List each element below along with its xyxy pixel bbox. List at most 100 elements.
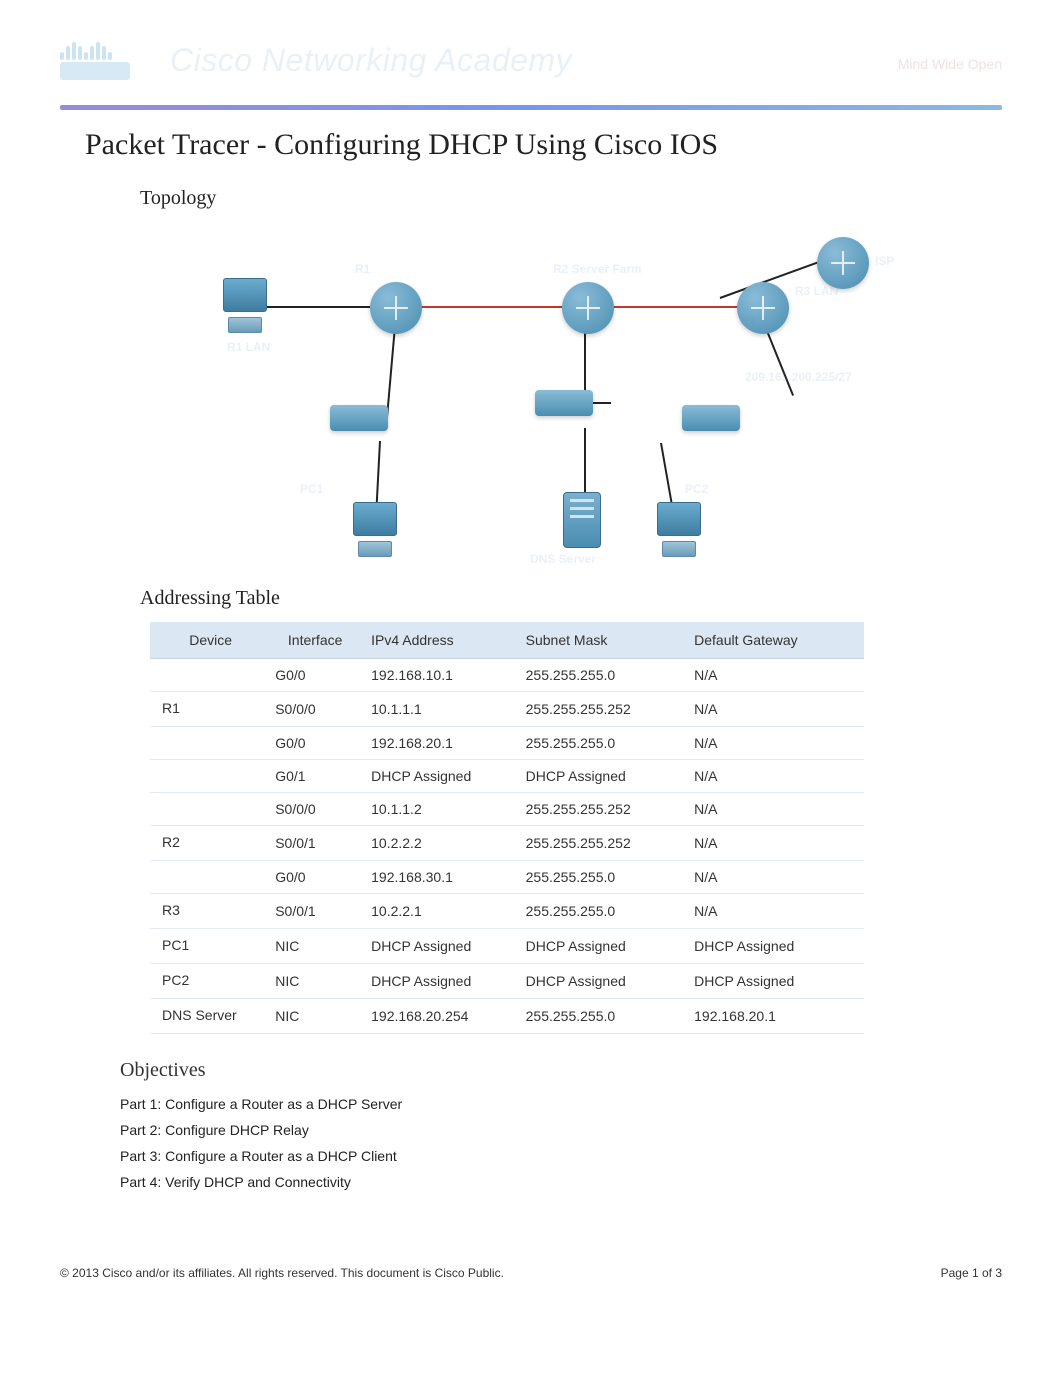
table-row: PC2NICDHCP AssignedDHCP AssignedDHCP Ass… bbox=[150, 964, 864, 999]
table-cell: 192.168.30.1 bbox=[363, 861, 518, 894]
label-r3lan: R3 LAN bbox=[795, 284, 838, 298]
table-cell bbox=[150, 760, 267, 793]
label-isp: ISP bbox=[875, 254, 894, 268]
switch-2-icon bbox=[535, 390, 593, 416]
table-cell: S0/0/1 bbox=[267, 826, 363, 861]
list-item: Part 4: Verify DHCP and Connectivity bbox=[120, 1170, 977, 1196]
table-cell bbox=[150, 861, 267, 894]
col-ip: IPv4 Address bbox=[363, 622, 518, 659]
switch-1-icon bbox=[330, 405, 388, 431]
col-interface: Interface bbox=[267, 622, 363, 659]
router-r2-icon bbox=[562, 282, 614, 334]
pc-r1lan-icon bbox=[223, 278, 267, 336]
table-cell: S0/0/1 bbox=[267, 894, 363, 929]
topology-diagram: R1 LAN R1 R2 Server Farm R3 R3 LAN ISP 2… bbox=[185, 222, 925, 567]
table-cell: G0/0 bbox=[267, 727, 363, 760]
table-cell: 192.168.20.254 bbox=[363, 999, 518, 1034]
table-cell: 192.168.10.1 bbox=[363, 659, 518, 692]
table-cell: 255.255.255.0 bbox=[518, 999, 689, 1034]
header-brand: Cisco Networking Academy bbox=[170, 42, 572, 79]
col-mask: Subnet Mask bbox=[518, 622, 689, 659]
table-cell: 10.1.1.1 bbox=[363, 692, 518, 727]
table-row: DNS ServerNIC192.168.20.254255.255.255.0… bbox=[150, 999, 864, 1034]
router-r1-icon bbox=[370, 282, 422, 334]
table-row: G0/0192.168.20.1255.255.255.0N/A bbox=[150, 727, 864, 760]
table-cell: DHCP Assigned bbox=[688, 929, 864, 964]
page-title: Packet Tracer - Configuring DHCP Using C… bbox=[85, 128, 977, 162]
table-cell: NIC bbox=[267, 964, 363, 999]
table-cell: R1 bbox=[150, 692, 267, 727]
list-item: Part 3: Configure a Router as a DHCP Cli… bbox=[120, 1144, 977, 1170]
table-cell bbox=[150, 793, 267, 826]
dns-server-icon bbox=[563, 492, 601, 548]
table-cell: N/A bbox=[688, 826, 864, 861]
table-cell: G0/1 bbox=[267, 760, 363, 793]
header-tagline: Mind Wide Open bbox=[898, 56, 1002, 72]
table-row: S0/0/010.1.1.2255.255.255.252N/A bbox=[150, 793, 864, 826]
table-cell: R2 bbox=[150, 826, 267, 861]
table-cell: N/A bbox=[688, 793, 864, 826]
table-cell: DHCP Assigned bbox=[363, 760, 518, 793]
label-pc1: PC1 bbox=[300, 482, 323, 496]
list-item: Part 1: Configure a Router as a DHCP Ser… bbox=[120, 1092, 977, 1118]
topology-heading: Topology bbox=[140, 187, 977, 210]
table-cell: DHCP Assigned bbox=[518, 929, 689, 964]
table-cell: 255.255.255.0 bbox=[518, 894, 689, 929]
table-cell bbox=[150, 727, 267, 760]
table-cell: PC2 bbox=[150, 964, 267, 999]
table-cell: N/A bbox=[688, 659, 864, 692]
table-cell: DHCP Assigned bbox=[518, 760, 689, 793]
table-cell: 255.255.255.252 bbox=[518, 793, 689, 826]
header-divider bbox=[60, 105, 1002, 110]
table-cell: 255.255.255.252 bbox=[518, 692, 689, 727]
table-cell: N/A bbox=[688, 692, 864, 727]
table-cell: 255.255.255.0 bbox=[518, 727, 689, 760]
table-row: R1S0/0/010.1.1.1255.255.255.252N/A bbox=[150, 692, 864, 727]
addressing-heading: Addressing Table bbox=[140, 587, 977, 610]
router-isp-icon bbox=[817, 237, 869, 289]
table-cell: PC1 bbox=[150, 929, 267, 964]
table-header-row: Device Interface IPv4 Address Subnet Mas… bbox=[150, 622, 864, 659]
table-cell: 10.2.2.2 bbox=[363, 826, 518, 861]
table-cell: 192.168.20.1 bbox=[688, 999, 864, 1034]
table-cell: DHCP Assigned bbox=[518, 964, 689, 999]
objectives-list: Part 1: Configure a Router as a DHCP Ser… bbox=[120, 1092, 977, 1196]
label-r2: R2 Server Farm bbox=[553, 262, 642, 276]
table-cell: 255.255.255.0 bbox=[518, 861, 689, 894]
table-cell: S0/0/0 bbox=[267, 692, 363, 727]
list-item: Part 2: Configure DHCP Relay bbox=[120, 1118, 977, 1144]
table-cell: 10.1.1.2 bbox=[363, 793, 518, 826]
table-cell: R3 bbox=[150, 894, 267, 929]
col-gateway: Default Gateway bbox=[688, 622, 864, 659]
table-cell: N/A bbox=[688, 727, 864, 760]
label-dns: DNS Server bbox=[530, 552, 596, 566]
pc2-icon bbox=[657, 502, 701, 560]
table-cell: N/A bbox=[688, 760, 864, 793]
table-cell: NIC bbox=[267, 999, 363, 1034]
table-row: R2S0/0/110.2.2.2255.255.255.252N/A bbox=[150, 826, 864, 861]
addressing-table: Device Interface IPv4 Address Subnet Mas… bbox=[150, 622, 864, 1034]
label-r3: R3 bbox=[740, 314, 755, 328]
label-r1lan: R1 LAN bbox=[227, 340, 270, 354]
table-row: G0/0192.168.10.1255.255.255.0N/A bbox=[150, 659, 864, 692]
table-row: R3S0/0/110.2.2.1255.255.255.0N/A bbox=[150, 894, 864, 929]
pc1-icon bbox=[353, 502, 397, 560]
objectives-heading: Objectives bbox=[120, 1059, 977, 1082]
table-row: G0/0192.168.30.1255.255.255.0N/A bbox=[150, 861, 864, 894]
table-cell: 192.168.20.1 bbox=[363, 727, 518, 760]
table-cell: G0/0 bbox=[267, 861, 363, 894]
cisco-logo bbox=[60, 30, 140, 90]
table-cell: N/A bbox=[688, 894, 864, 929]
table-cell: N/A bbox=[688, 861, 864, 894]
table-cell: DHCP Assigned bbox=[363, 964, 518, 999]
table-row: G0/1DHCP AssignedDHCP AssignedN/A bbox=[150, 760, 864, 793]
col-device: Device bbox=[150, 622, 267, 659]
table-cell: 255.255.255.0 bbox=[518, 659, 689, 692]
table-cell bbox=[150, 659, 267, 692]
footer-copyright: © 2013 Cisco and/or its affiliates. All … bbox=[60, 1266, 504, 1280]
footer-page: Page 1 of 3 bbox=[941, 1266, 1002, 1280]
table-row: PC1NICDHCP AssignedDHCP AssignedDHCP Ass… bbox=[150, 929, 864, 964]
table-cell: 10.2.2.1 bbox=[363, 894, 518, 929]
table-cell: S0/0/0 bbox=[267, 793, 363, 826]
table-cell: DHCP Assigned bbox=[363, 929, 518, 964]
